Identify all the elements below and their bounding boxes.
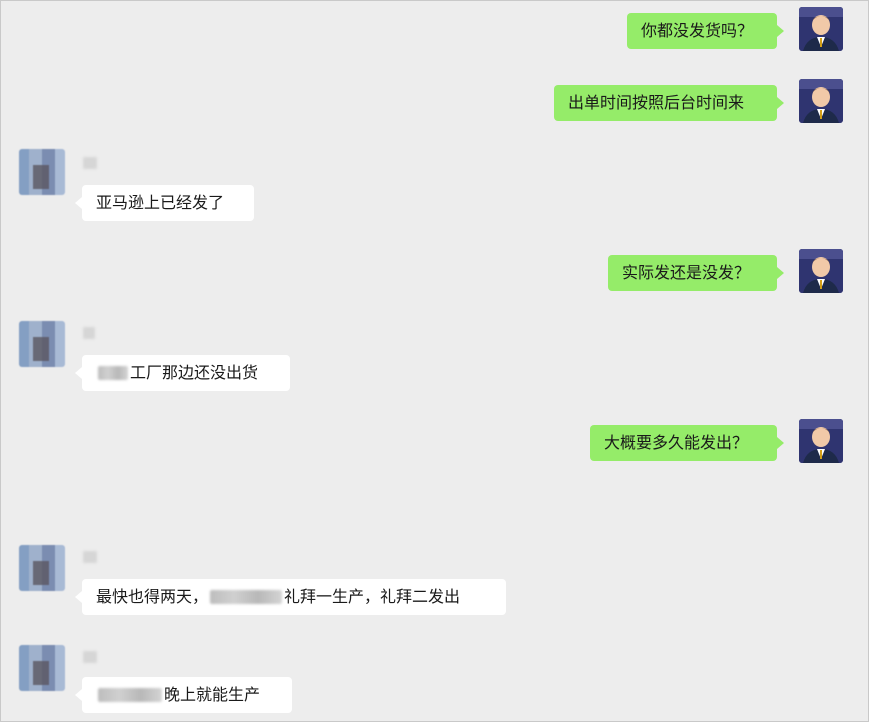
person-avatar-icon	[799, 79, 843, 123]
message-text: 实际发还是没发？	[622, 263, 751, 282]
bubble-tail	[777, 25, 784, 37]
my-avatar[interactable]	[799, 419, 843, 463]
message-bubble[interactable]: 最快也得两天， 礼拜一生产，礼拜二发出	[82, 579, 506, 615]
my-avatar[interactable]	[799, 79, 843, 123]
sender-name	[83, 157, 97, 169]
message-text: 亚马逊上已经发了	[96, 193, 225, 212]
message-bubble[interactable]: 亚马逊上已经发了	[82, 185, 254, 221]
bubble-tail	[777, 267, 784, 279]
bubble-tail	[75, 591, 82, 603]
person-avatar-icon	[799, 7, 843, 51]
contact-avatar[interactable]	[19, 321, 65, 367]
bubble-tail	[777, 437, 784, 449]
contact-avatar[interactable]	[19, 645, 65, 691]
sender-name	[83, 651, 97, 663]
message-bubble[interactable]: 大概要多久能发出？	[590, 425, 777, 461]
contact-avatar[interactable]	[19, 149, 65, 195]
my-avatar[interactable]	[799, 7, 843, 51]
redacted-text	[98, 366, 128, 380]
bubble-tail	[75, 367, 82, 379]
message-text-part-2: 礼拜一生产，礼拜二发出	[284, 587, 461, 606]
message-bubble[interactable]: 出单时间按照后台时间来	[554, 85, 777, 121]
redacted-text	[98, 688, 162, 702]
sender-name	[83, 551, 97, 563]
my-avatar[interactable]	[799, 249, 843, 293]
bubble-tail	[75, 689, 82, 701]
message-bubble[interactable]: 工厂那边还没出货	[82, 355, 290, 391]
message-bubble[interactable]: 晚上就能生产	[82, 677, 292, 713]
message-text: 你都没发货吗？	[641, 21, 754, 40]
message-text-part-1: 最快也得两天，	[96, 587, 209, 606]
person-avatar-icon	[799, 419, 843, 463]
message-text: 晚上就能生产	[164, 685, 261, 704]
redacted-text	[210, 590, 283, 604]
message-text: 大概要多久能发出？	[604, 433, 749, 452]
contact-avatar[interactable]	[19, 545, 65, 591]
person-avatar-icon	[799, 249, 843, 293]
message-text: 出单时间按照后台时间来	[568, 93, 745, 112]
message-bubble[interactable]: 你都没发货吗？	[627, 13, 777, 49]
bubble-tail	[75, 197, 82, 209]
sender-name	[83, 327, 95, 339]
chat-window: 你都没发货吗？ 出单时间按照后台时间来 亚马逊上已经发了 实际发还是没发？ 工厂…	[0, 0, 869, 722]
message-text: 工厂那边还没出货	[130, 363, 259, 382]
bubble-tail	[777, 97, 784, 109]
message-bubble[interactable]: 实际发还是没发？	[608, 255, 777, 291]
